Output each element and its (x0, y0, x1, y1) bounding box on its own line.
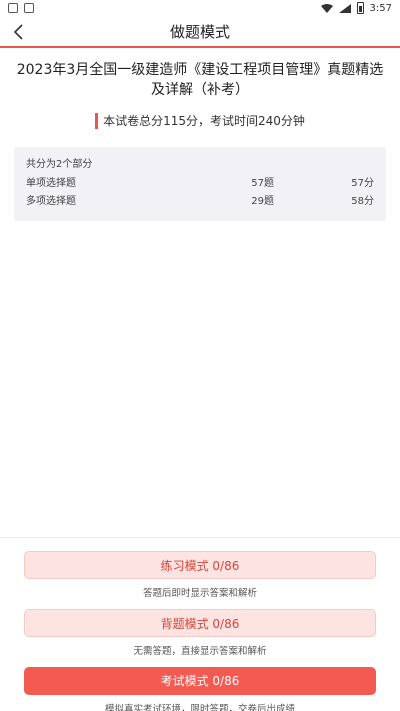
back-arrow-icon[interactable] (10, 22, 30, 42)
summary-text: 本试卷总分115分，考试时间240分钟 (103, 114, 305, 128)
part-name: 单项选择题 (26, 178, 76, 189)
status-bar: 3:57 (0, 0, 400, 16)
exam-mode-desc: 模拟真实考试环境，限时答题，交卷后出成绩 (104, 704, 295, 711)
notification-icon (8, 3, 18, 13)
parts-panel: 共分为2个部分 单项选择题 57题 57分 多项选择题 29题 58分 (14, 147, 386, 221)
page-title: 做题模式 (169, 22, 230, 41)
status-left (8, 3, 34, 13)
status-time: 3:57 (369, 2, 392, 14)
practice-mode-button[interactable]: 练习模式 0/86 (24, 551, 376, 579)
part-row: 单项选择题 57题 57分 (26, 175, 374, 193)
parts-heading: 共分为2个部分 (26, 159, 93, 170)
signal-icon (338, 3, 351, 13)
part-score: 58分 (351, 196, 374, 207)
recite-mode-desc: 无需答题，直接显示答案和解析 (133, 646, 267, 657)
app-notification-icon (24, 3, 34, 13)
app-bar: 做题模式 (0, 16, 400, 48)
exam-title: 2023年3月全国一级建造师《建设工程项目管理》真题精选及详解（补考） (16, 62, 384, 98)
part-name: 多项选择题 (26, 196, 76, 207)
mode-selection-panel: 练习模式 0/86 答题后即时显示答案和解析 背题模式 0/86 无需答题，直接… (0, 537, 400, 711)
practice-mode-desc: 答题后即时显示答案和解析 (142, 588, 257, 599)
summary-accent-bar (95, 112, 99, 129)
exam-mode-button[interactable]: 考试模式 0/86 (24, 667, 376, 695)
status-right: 3:57 (320, 2, 392, 14)
part-count: 57题 (251, 178, 274, 189)
exam-summary: 本试卷总分115分，考试时间240分钟 (0, 112, 400, 129)
wifi-icon (320, 3, 333, 13)
part-score: 57分 (351, 178, 374, 189)
battery-icon (356, 2, 364, 14)
part-row: 多项选择题 29题 58分 (26, 193, 374, 211)
part-count: 29题 (251, 196, 274, 207)
recite-mode-button[interactable]: 背题模式 0/86 (24, 609, 376, 637)
